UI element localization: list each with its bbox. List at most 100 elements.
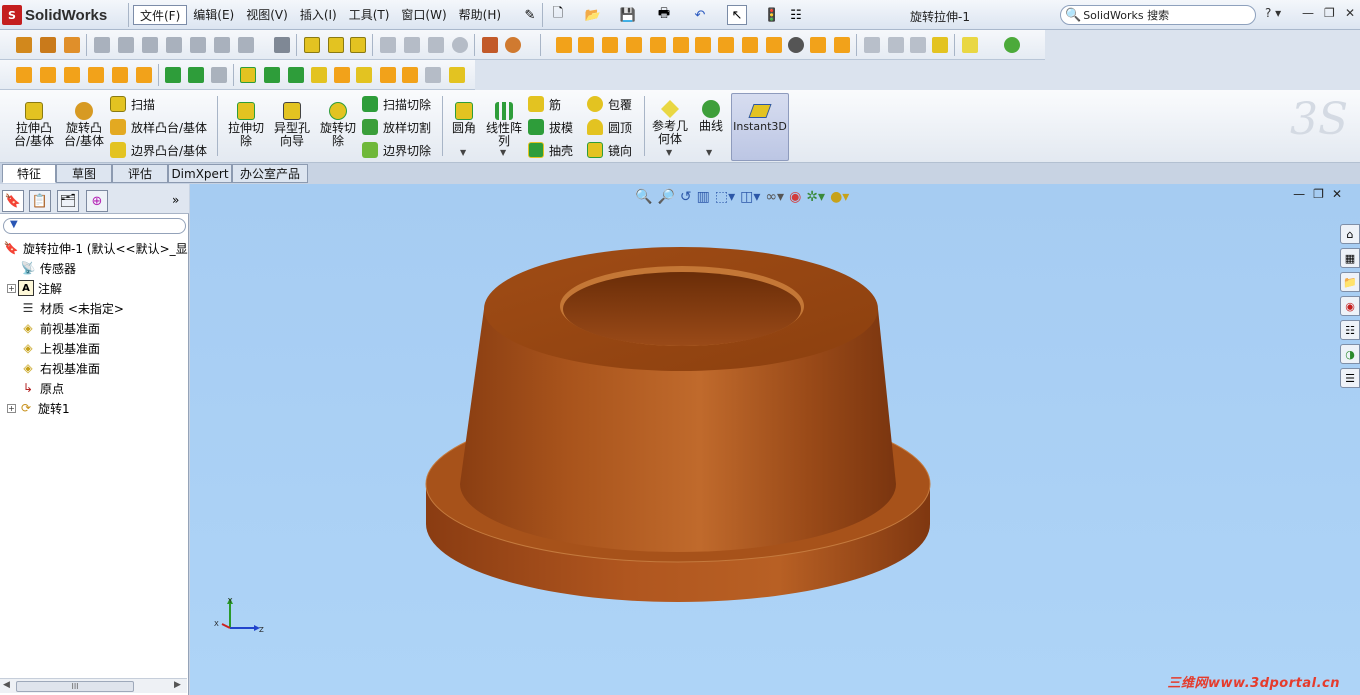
- extrude-boss-button[interactable]: 拉伸凸 台/基体: [8, 102, 60, 148]
- revolve-boss-button[interactable]: 旋转凸 台/基体: [58, 102, 110, 148]
- select-cursor-icon[interactable]: ↖: [727, 5, 747, 25]
- ref-geometry-button[interactable]: 参考几 何体: [648, 100, 692, 146]
- surface-icon[interactable]: [766, 37, 782, 53]
- surface-revolve-icon[interactable]: [578, 37, 594, 53]
- sheetmetal-icon[interactable]: [88, 67, 104, 83]
- vp-restore-icon[interactable]: ❐: [1313, 187, 1324, 201]
- tab-dimxpert[interactable]: DimXpert: [168, 164, 232, 183]
- surface-extrude-icon[interactable]: [556, 37, 572, 53]
- vp-close-icon[interactable]: ✕: [1332, 187, 1342, 201]
- menu-file[interactable]: 文件(F): [133, 5, 188, 25]
- weldment-icon[interactable]: [380, 67, 396, 83]
- surface-icon[interactable]: [834, 37, 850, 53]
- mold-icon[interactable]: [165, 67, 181, 83]
- menu-help[interactable]: 帮助(H): [453, 5, 507, 25]
- surface-icon[interactable]: [888, 37, 904, 53]
- cut-icon[interactable]: [94, 37, 110, 53]
- sheetmetal-icon[interactable]: [112, 67, 128, 83]
- surface-sweep-icon[interactable]: [602, 37, 618, 53]
- menu-tools[interactable]: 工具(T): [343, 5, 396, 25]
- property-manager-tab-icon[interactable]: 📋: [29, 190, 51, 212]
- tree-filter-input[interactable]: ▼: [3, 218, 186, 234]
- sheetmetal-icon[interactable]: [136, 67, 152, 83]
- scrollbar-thumb[interactable]: III: [16, 681, 134, 692]
- weldment-icon[interactable]: [264, 67, 280, 83]
- surface-icon[interactable]: [742, 37, 758, 53]
- section-view-icon[interactable]: ▥: [697, 189, 710, 205]
- menu-view[interactable]: 视图(V): [240, 5, 294, 25]
- copper-bushing-model[interactable]: [420, 239, 940, 619]
- cut-icon[interactable]: [142, 37, 158, 53]
- curve-icon[interactable]: [1004, 37, 1020, 53]
- cut-icon[interactable]: [238, 37, 254, 53]
- surface-icon[interactable]: [864, 37, 880, 53]
- curves-dropdown-icon[interactable]: ▼: [706, 148, 712, 157]
- tree-item-origin[interactable]: ↳ 原点: [0, 378, 189, 398]
- surface-icon[interactable]: [695, 37, 711, 53]
- expand-panel-icon[interactable]: »: [172, 193, 179, 207]
- fillet-button[interactable]: 圆角: [446, 102, 482, 135]
- tree-item-top-plane[interactable]: ◈ 上视基准面: [0, 338, 189, 358]
- scroll-right-icon[interactable]: ▶: [174, 680, 181, 690]
- view-settings-icon[interactable]: ●▾: [830, 189, 849, 205]
- loft-icon[interactable]: [64, 37, 80, 53]
- ref-geometry-dropdown-icon[interactable]: ▼: [666, 148, 672, 157]
- view-palette-icon[interactable]: ☷: [1340, 320, 1360, 340]
- fillet-icon[interactable]: [304, 37, 320, 53]
- appearances-icon[interactable]: ◑: [1340, 344, 1360, 364]
- split-icon[interactable]: [482, 37, 498, 53]
- pattern-dropdown-icon[interactable]: ▼: [500, 148, 506, 157]
- edit-appearance-icon[interactable]: ◉: [789, 189, 801, 205]
- cut-icon[interactable]: [214, 37, 230, 53]
- hole-wizard-button[interactable]: 异型孔 向导: [268, 102, 316, 148]
- menu-edit[interactable]: 编辑(E): [187, 5, 240, 25]
- surface-icon[interactable]: [673, 37, 689, 53]
- expand-icon[interactable]: +: [7, 283, 16, 293]
- instant3d-toggle[interactable]: Instant3D: [731, 93, 789, 161]
- rib-button[interactable]: 筋: [528, 94, 561, 114]
- menu-window[interactable]: 窗口(W): [395, 5, 452, 25]
- undo-icon[interactable]: ↶: [690, 5, 710, 25]
- tree-item-revolve1[interactable]: + ⟳ 旋转1: [0, 398, 189, 418]
- sheetmetal-icon[interactable]: [40, 67, 56, 83]
- delete-face-icon[interactable]: [788, 37, 804, 53]
- dimxpert-tab-icon[interactable]: ⊕: [86, 190, 108, 212]
- expand-icon[interactable]: +: [7, 403, 16, 413]
- tab-evaluate[interactable]: 评估: [112, 164, 168, 183]
- scroll-left-icon[interactable]: ◀: [3, 680, 10, 690]
- pattern-icon[interactable]: [350, 37, 366, 53]
- mold-icon[interactable]: [188, 67, 204, 83]
- pin-icon[interactable]: ✎: [520, 5, 540, 25]
- rebuild-icon[interactable]: 🚦: [762, 5, 782, 25]
- open-folder-icon[interactable]: 📂: [583, 5, 603, 25]
- menu-insert[interactable]: 插入(I): [294, 5, 343, 25]
- sheetmetal-icon[interactable]: [16, 67, 32, 83]
- custom-properties-icon[interactable]: ☰: [1340, 368, 1360, 388]
- close-icon[interactable]: ✕: [1345, 6, 1355, 20]
- display-style-icon[interactable]: ◫▾: [740, 189, 760, 205]
- solidworks-logo[interactable]: S SolidWorks: [2, 3, 122, 27]
- shell-button[interactable]: 抽壳: [528, 140, 573, 160]
- revolve-boss-icon[interactable]: [40, 37, 56, 53]
- extrude-boss-icon[interactable]: [16, 37, 32, 53]
- weldment-icon[interactable]: [240, 67, 256, 83]
- feature-tree-tab-icon[interactable]: 🔖: [2, 190, 24, 212]
- zoom-to-area-icon[interactable]: 🔎: [657, 189, 674, 205]
- move-icon[interactable]: [404, 37, 420, 53]
- surface-icon[interactable]: [650, 37, 666, 53]
- design-library-icon[interactable]: ▦: [1340, 248, 1360, 268]
- sweep-cut-button[interactable]: 扫描切除: [362, 94, 431, 114]
- sheetmetal-icon[interactable]: [64, 67, 80, 83]
- surface-loft-icon[interactable]: [626, 37, 642, 53]
- surface-icon[interactable]: [810, 37, 826, 53]
- tree-item-front-plane[interactable]: ◈ 前视基准面: [0, 318, 189, 338]
- cut-icon[interactable]: [118, 37, 134, 53]
- search-results-icon[interactable]: ◉: [1340, 296, 1360, 316]
- help-icon[interactable]: ? ▾: [1265, 6, 1281, 20]
- tree-root[interactable]: 🔖 旋转拉伸-1 (默认<<默认>_显: [0, 238, 189, 258]
- vp-minimize-icon[interactable]: —: [1293, 187, 1305, 201]
- boundary-cut-button[interactable]: 边界切除: [362, 140, 431, 160]
- view-orientation-icon[interactable]: ⬚▾: [715, 189, 735, 205]
- cut-icon[interactable]: [166, 37, 182, 53]
- surface-icon[interactable]: [718, 37, 734, 53]
